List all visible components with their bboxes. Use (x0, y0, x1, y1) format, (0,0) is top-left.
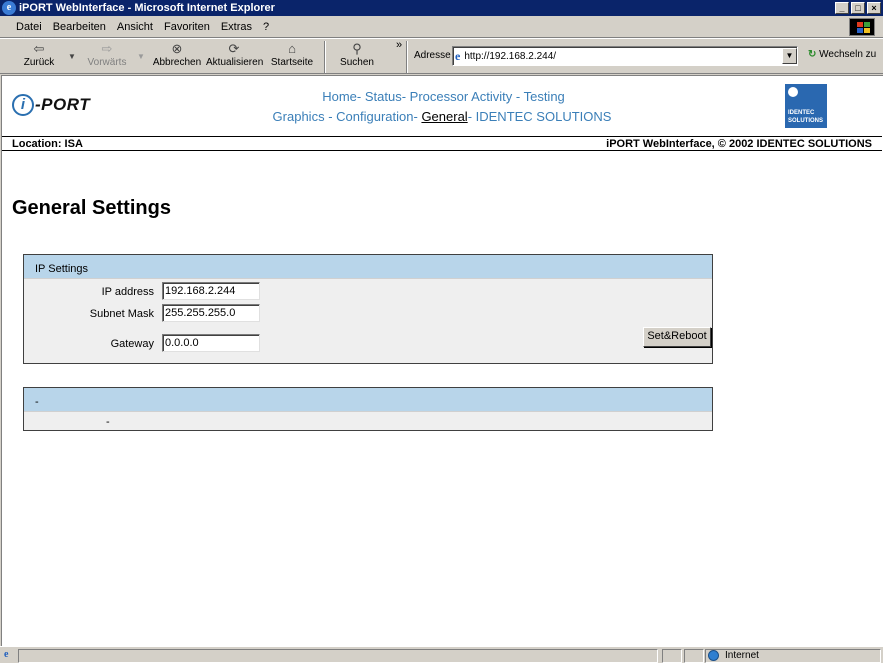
back-button[interactable]: ⇦ Zurück (18, 41, 60, 73)
location-bar: Location: ISA iPORT WebInterface, © 2002… (2, 136, 882, 151)
home-label: Startseite (270, 57, 314, 68)
identec-logo[interactable]: IDENTEC SOLUTIONS (785, 84, 827, 128)
nav-separator: - (356, 89, 365, 104)
close-button[interactable]: × (867, 2, 881, 14)
toolbar-separator (324, 41, 326, 73)
back-label: Zurück (23, 57, 55, 68)
nav-configuration[interactable]: Configuration (336, 109, 413, 124)
identec-logo-line1: IDENTEC (788, 110, 815, 116)
stop-button[interactable]: ⊗ Abbrechen (152, 41, 202, 73)
copyright-text: iPORT WebInterface, © 2002 IDENTEC SOLUT… (606, 137, 872, 150)
windows-logo-icon (849, 18, 875, 36)
nav-identec-solutions[interactable]: IDENTEC SOLUTIONS (476, 109, 612, 124)
gateway-row: Gateway (24, 334, 424, 352)
nav-separator: - (328, 109, 337, 124)
refresh-icon: ⟳ (228, 41, 240, 56)
stop-icon: ⊗ (171, 41, 183, 56)
toolbar: ⇦ Zurück ▼ ⇨ Vorwärts ▼ ⊗ Abbrechen ⟳ Ak… (0, 38, 883, 74)
window-controls: _ □ × (833, 2, 881, 14)
maximize-button[interactable]: □ (851, 2, 865, 14)
secondary-panel-cell: - (106, 416, 110, 428)
gateway-label: Gateway (110, 338, 154, 350)
toolbar-overflow-button[interactable]: » (394, 39, 404, 71)
nav-row-2: Graphics - Configuration- General- IDENT… (2, 109, 882, 124)
site-header: i -PORT Home- Status- Processor Activity… (2, 76, 882, 136)
back-dropdown[interactable]: ▼ (66, 41, 78, 73)
ip-address-label: IP address (101, 286, 154, 298)
search-label: Suchen (340, 57, 374, 68)
status-text-panel (18, 649, 658, 663)
ip-settings-panel: IP Settings IP address Subnet Mask Gatew… (23, 254, 713, 364)
page-status-icon: e (4, 649, 9, 660)
globe-icon (708, 650, 719, 661)
forward-label: Vorwärts (87, 57, 127, 68)
nav-graphics[interactable]: Graphics (273, 109, 325, 124)
zone-label: Internet (725, 650, 759, 661)
stop-label: Abbrechen (152, 57, 202, 68)
refresh-label: Aktualisieren (206, 57, 264, 68)
nav-home[interactable]: Home (322, 89, 357, 104)
set-reboot-button[interactable]: Set&Reboot (643, 327, 711, 347)
menu-favoriten[interactable]: Favoriten (164, 21, 210, 33)
subnet-mask-label: Subnet Mask (89, 308, 154, 320)
go-label: Wechseln zu (819, 49, 877, 60)
page-viewport: i -PORT Home- Status- Processor Activity… (1, 75, 883, 646)
forward-dropdown[interactable]: ▼ (135, 41, 147, 73)
secondary-panel: - - (23, 387, 713, 431)
address-dropdown-button[interactable]: ▼ (782, 48, 797, 64)
refresh-button[interactable]: ⟳ Aktualisieren (206, 41, 264, 73)
nav-row-1: Home- Status- Processor Activity - Testi… (2, 89, 882, 104)
nav-testing[interactable]: Testing (524, 89, 565, 104)
internet-zone: Internet (708, 650, 759, 661)
search-button[interactable]: ⚲ Suchen (334, 41, 380, 73)
menu-help[interactable]: ? (263, 21, 269, 33)
location-text: Location: ISA (12, 137, 83, 150)
go-button[interactable]: ↻ Wechseln zu (808, 49, 876, 60)
nav-general[interactable]: General (421, 109, 467, 124)
nav-processor-activity[interactable]: Processor Activity (410, 89, 513, 104)
address-bar[interactable]: e http://192.168.2.244/ ▼ (452, 46, 798, 66)
ip-settings-header: IP Settings (24, 255, 712, 279)
menu-bearbeiten[interactable]: Bearbeiten (53, 21, 106, 33)
subnet-mask-row: Subnet Mask (24, 304, 424, 322)
page-icon: e (455, 48, 461, 63)
ip-address-row: IP address (24, 282, 424, 300)
forward-arrow-icon: ⇨ (101, 41, 113, 56)
go-arrow-icon: ↻ (808, 49, 817, 60)
menu-ansicht[interactable]: Ansicht (117, 21, 153, 33)
address-label: Adresse (414, 50, 451, 61)
menu-extras[interactable]: Extras (221, 21, 252, 33)
title-bar: e iPORT WebInterface - Microsoft Interne… (0, 0, 883, 16)
secondary-panel-header: - (24, 388, 712, 412)
gateway-input[interactable] (162, 334, 260, 352)
home-button[interactable]: ⌂ Startseite (268, 41, 316, 73)
ie-icon: e (2, 1, 16, 15)
dropdown-arrow-icon: ▼ (68, 52, 76, 61)
subnet-mask-input[interactable] (162, 304, 260, 322)
status-panel (684, 649, 704, 663)
status-bar: e Internet (0, 646, 883, 663)
identec-logo-icon (788, 87, 798, 97)
window-title: iPORT WebInterface - Microsoft Internet … (19, 2, 275, 14)
identec-logo-line2: SOLUTIONS (788, 118, 824, 124)
menu-datei[interactable]: Datei (16, 21, 42, 33)
forward-button[interactable]: ⇨ Vorwärts (84, 41, 130, 73)
menu-bar: Datei Bearbeiten Ansicht Favoriten Extra… (0, 16, 883, 38)
search-icon: ⚲ (352, 41, 362, 56)
status-panel (662, 649, 682, 663)
toolbar-separator (406, 41, 408, 73)
nav-separator: - (515, 89, 524, 104)
ip-address-input[interactable] (162, 282, 260, 300)
back-arrow-icon: ⇦ (33, 41, 45, 56)
nav-separator: - (467, 109, 476, 124)
minimize-button[interactable]: _ (835, 2, 849, 14)
address-input[interactable]: http://192.168.2.244/ (464, 51, 782, 62)
nav-separator: - (401, 89, 410, 104)
nav-status[interactable]: Status (365, 89, 402, 104)
dropdown-arrow-icon: ▼ (137, 52, 145, 61)
home-icon: ⌂ (288, 41, 296, 56)
page-title: General Settings (12, 197, 171, 219)
